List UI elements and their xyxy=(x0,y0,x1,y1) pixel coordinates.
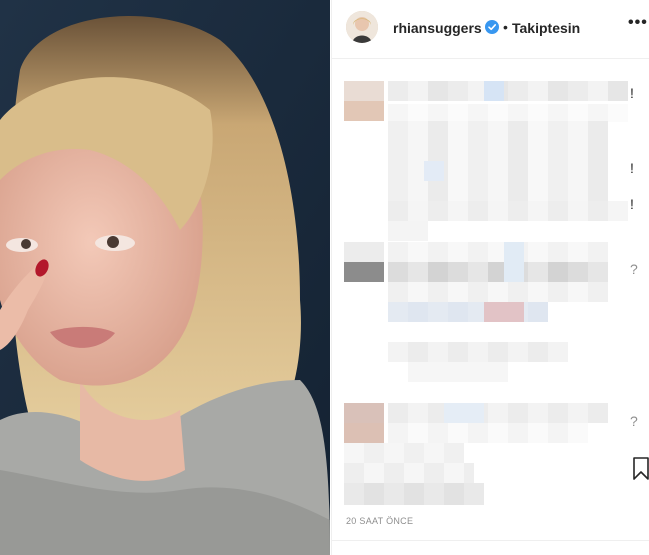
comment-text-blurred xyxy=(408,362,508,382)
comment-text-blurred xyxy=(388,342,568,362)
comment-edge-glyph: ? xyxy=(630,261,638,277)
blur-accent xyxy=(484,81,504,101)
comment-edge-glyph: ? xyxy=(630,413,638,429)
comments-section: ! ! ! ? ? xyxy=(332,59,649,505)
post-header: rhiansuggers • Takiptesin ••• xyxy=(332,0,649,59)
comment-edge-glyph: ! xyxy=(630,85,634,101)
following-status-button[interactable]: Takiptesin xyxy=(512,20,580,36)
verified-badge-icon xyxy=(485,20,499,34)
separator-dot: • xyxy=(503,19,508,35)
comment-text-blurred xyxy=(388,423,588,443)
more-options-icon[interactable]: ••• xyxy=(628,14,648,32)
post-photo xyxy=(0,0,330,555)
comment-text-blurred xyxy=(388,221,428,241)
comment-text-blurred xyxy=(388,81,628,101)
comment-edge-glyph: ! xyxy=(630,160,634,176)
comment-text-blurred xyxy=(388,104,628,122)
divider xyxy=(332,540,649,541)
avatar[interactable] xyxy=(346,11,378,43)
comment-text-blurred xyxy=(388,262,608,282)
bookmark-icon[interactable] xyxy=(632,457,649,481)
comment-text-blurred xyxy=(388,302,548,322)
comment-text-blurred xyxy=(388,242,608,262)
post-image xyxy=(0,0,330,555)
comment-avatar xyxy=(344,242,384,282)
comment-text-blurred xyxy=(344,463,474,483)
blur-accent xyxy=(424,161,444,181)
comment-text-blurred xyxy=(344,483,484,505)
comment-text-blurred xyxy=(344,443,464,463)
post-timestamp: 20 SAAT ÖNCE xyxy=(346,516,414,526)
comment-text-blurred xyxy=(388,282,608,302)
blur-accent xyxy=(484,302,524,322)
blur-accent xyxy=(444,403,484,423)
post-details-panel: rhiansuggers • Takiptesin ••• ! ! ! ? ? … xyxy=(331,0,649,555)
comment-edge-glyph: ! xyxy=(630,196,634,212)
blur-accent xyxy=(504,242,524,282)
comment-text-blurred xyxy=(388,201,628,221)
comment-avatar xyxy=(344,81,384,121)
username-link[interactable]: rhiansuggers xyxy=(393,20,482,36)
comment-avatar xyxy=(344,403,384,443)
comment-text-blurred xyxy=(388,403,608,423)
